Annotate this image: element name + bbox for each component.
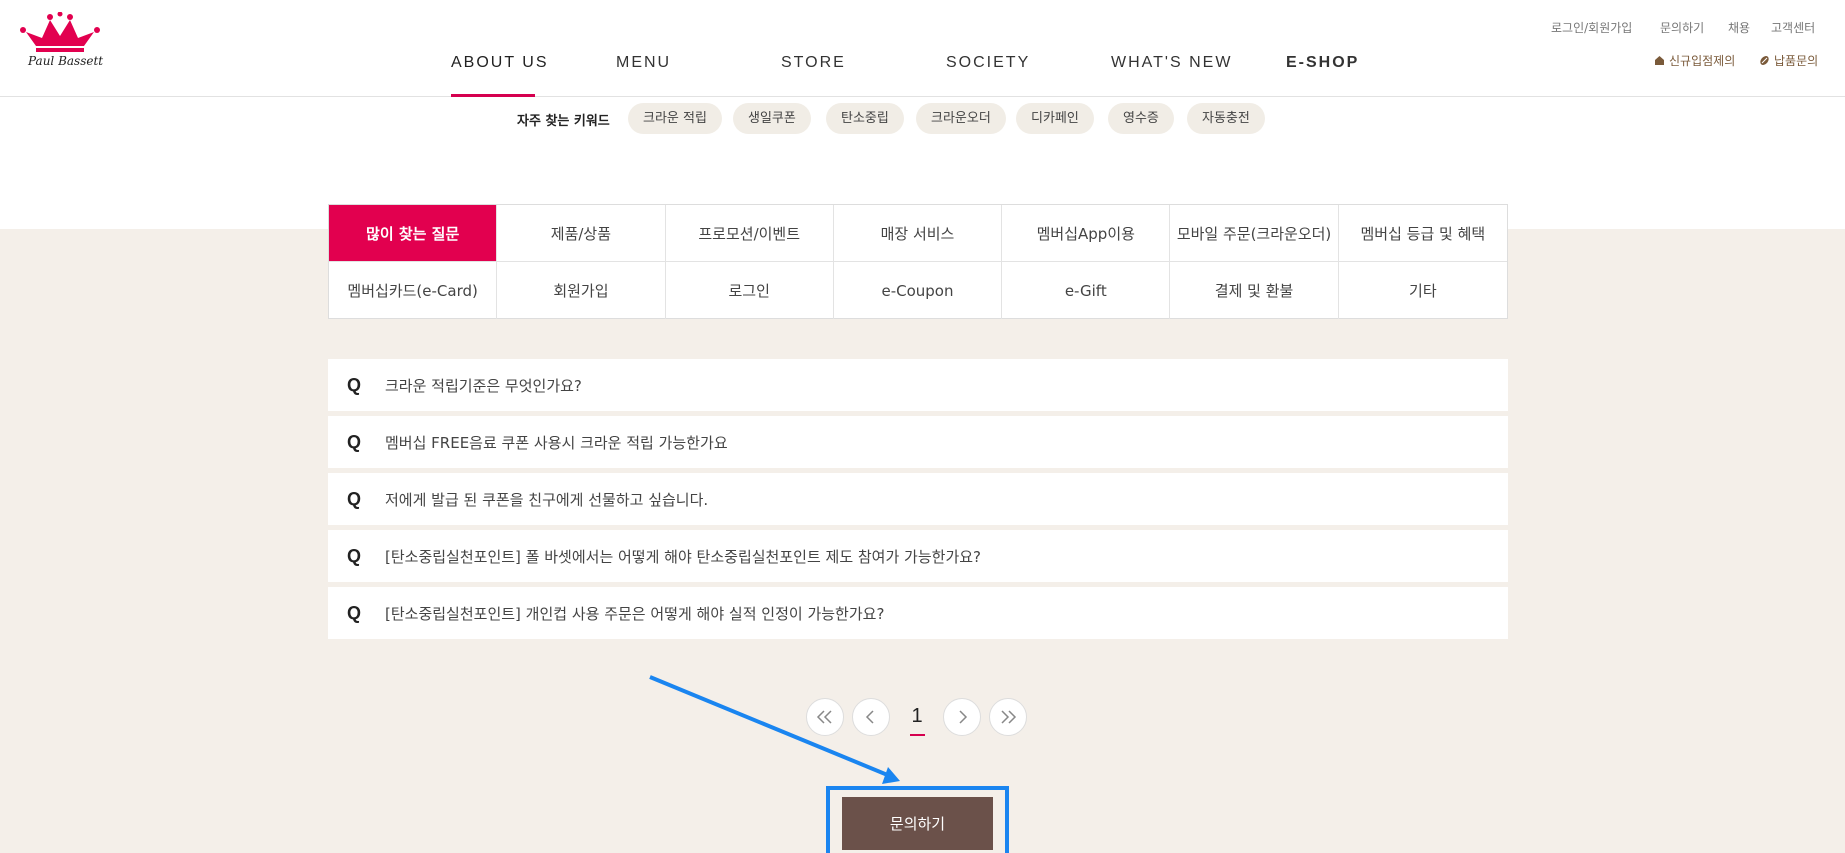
- new-store-link[interactable]: 신규입점제의: [1654, 52, 1735, 69]
- chevron-right-icon: [959, 710, 968, 724]
- logo-text: Paul Bassett: [28, 54, 104, 68]
- page-number[interactable]: 1: [905, 705, 929, 728]
- category-tab[interactable]: 매장 서비스: [833, 205, 1003, 262]
- new-store-label: 신규입점제의: [1669, 54, 1736, 68]
- faq-item[interactable]: Q 멤버십 FREE음료 쿠폰 사용시 크라운 적립 가능한가요: [328, 416, 1508, 468]
- first-page-button[interactable]: [806, 698, 844, 736]
- keywords-label: 자주 찾는 키워드: [517, 114, 610, 129]
- nav-store[interactable]: STORE: [781, 54, 846, 72]
- recruit-link[interactable]: 채용: [1728, 19, 1750, 36]
- last-page-button[interactable]: [989, 698, 1027, 736]
- customer-center-link[interactable]: 고객센터: [1771, 19, 1815, 36]
- keyword-chip[interactable]: 탄소중립: [826, 103, 904, 134]
- keyword-chip[interactable]: 크라운오더: [916, 103, 1006, 134]
- faq-item[interactable]: Q 저에게 발급 된 쿠폰을 친구에게 선물하고 싶습니다.: [328, 473, 1508, 525]
- faq-question: 크라운 적립기준은 무엇인가요?: [385, 376, 582, 395]
- category-tab[interactable]: 멤버십카드(e-Card): [329, 262, 498, 319]
- supply-link[interactable]: 납품문의: [1759, 52, 1818, 69]
- category-tab[interactable]: 기타: [1339, 262, 1507, 319]
- category-tab[interactable]: 모바일 주문(크라운오더): [1170, 205, 1339, 262]
- category-tab[interactable]: e-Gift: [1002, 262, 1171, 319]
- logo[interactable]: Paul Bassett: [18, 11, 104, 74]
- nav-active-underline: [451, 94, 535, 97]
- site-header: Paul Bassett ABOUT US MENU STORE SOCIETY…: [0, 0, 1845, 97]
- category-tab[interactable]: 멤버십 등급 및 혜택: [1338, 205, 1507, 262]
- chevron-left-icon: [865, 710, 874, 724]
- category-tab[interactable]: 멤버십App이용: [1002, 205, 1171, 262]
- faq-question: [탄소중립실천포인트] 폴 바셋에서는 어떻게 해야 탄소중립실천포인트 제도 …: [385, 547, 982, 566]
- faq-q-label: Q: [347, 431, 362, 452]
- faq-question: 저에게 발급 된 쿠폰을 친구에게 선물하고 싶습니다.: [385, 490, 709, 509]
- nav-whats-new[interactable]: WHAT'S NEW: [1111, 54, 1232, 72]
- crown-icon: [20, 11, 100, 52]
- category-tab[interactable]: 결제 및 환불: [1170, 262, 1339, 319]
- faq-question: [탄소중립실천포인트] 개인컵 사용 주문은 어떻게 해야 실적 인정이 가능한…: [385, 604, 885, 623]
- category-tab[interactable]: e-Coupon: [834, 262, 1003, 319]
- login-link[interactable]: 로그인/회원가입: [1551, 19, 1632, 36]
- category-tab[interactable]: 로그인: [666, 262, 834, 319]
- faq-q-label: Q: [347, 374, 362, 395]
- keyword-chip[interactable]: 자동충전: [1187, 103, 1265, 134]
- category-tab[interactable]: 많이 찾는 질문: [329, 205, 498, 262]
- category-tab[interactable]: 회원가입: [497, 262, 666, 319]
- nav-menu[interactable]: MENU: [616, 54, 671, 72]
- faq-category-grid: 많이 찾는 질문 제품/상품 프로모션/이벤트 매장 서비스 멤버십App이용 …: [328, 204, 1508, 319]
- faq-q-label: Q: [347, 602, 362, 623]
- home-icon: [1655, 56, 1664, 65]
- inquiry-button[interactable]: 문의하기: [842, 797, 993, 850]
- faq-item[interactable]: Q [탄소중립실천포인트] 폴 바셋에서는 어떻게 해야 탄소중립실천포인트 제…: [328, 530, 1508, 582]
- page-current-underline: [910, 734, 925, 736]
- nav-society[interactable]: SOCIETY: [946, 54, 1030, 72]
- nav-e-shop[interactable]: E-SHOP: [1286, 54, 1359, 72]
- next-page-button[interactable]: [943, 698, 981, 736]
- double-chevron-right-icon: [1001, 710, 1017, 724]
- double-chevron-left-icon: [816, 710, 832, 724]
- faq-q-label: Q: [347, 545, 362, 566]
- nav-about-us[interactable]: ABOUT US: [451, 54, 549, 72]
- category-tab[interactable]: 프로모션/이벤트: [665, 205, 834, 262]
- keyword-chip[interactable]: 크라운 적립: [628, 103, 722, 134]
- faq-item[interactable]: Q [탄소중립실천포인트] 개인컵 사용 주문은 어떻게 해야 실적 인정이 가…: [328, 587, 1508, 639]
- faq-item[interactable]: Q 크라운 적립기준은 무엇인가요?: [328, 359, 1508, 411]
- prev-page-button[interactable]: [852, 698, 890, 736]
- supply-label: 납품문의: [1774, 54, 1819, 68]
- keyword-chip[interactable]: 생일쿠폰: [733, 103, 811, 134]
- keyword-chip[interactable]: 디카페인: [1016, 103, 1094, 134]
- inquiry-link[interactable]: 문의하기: [1660, 19, 1704, 36]
- coffee-bean-icon: [1760, 56, 1769, 65]
- faq-q-label: Q: [347, 488, 362, 509]
- faq-question: 멤버십 FREE음료 쿠폰 사용시 크라운 적립 가능한가요: [385, 433, 728, 452]
- keyword-chip[interactable]: 영수증: [1108, 103, 1174, 134]
- category-tab[interactable]: 제품/상품: [497, 205, 666, 262]
